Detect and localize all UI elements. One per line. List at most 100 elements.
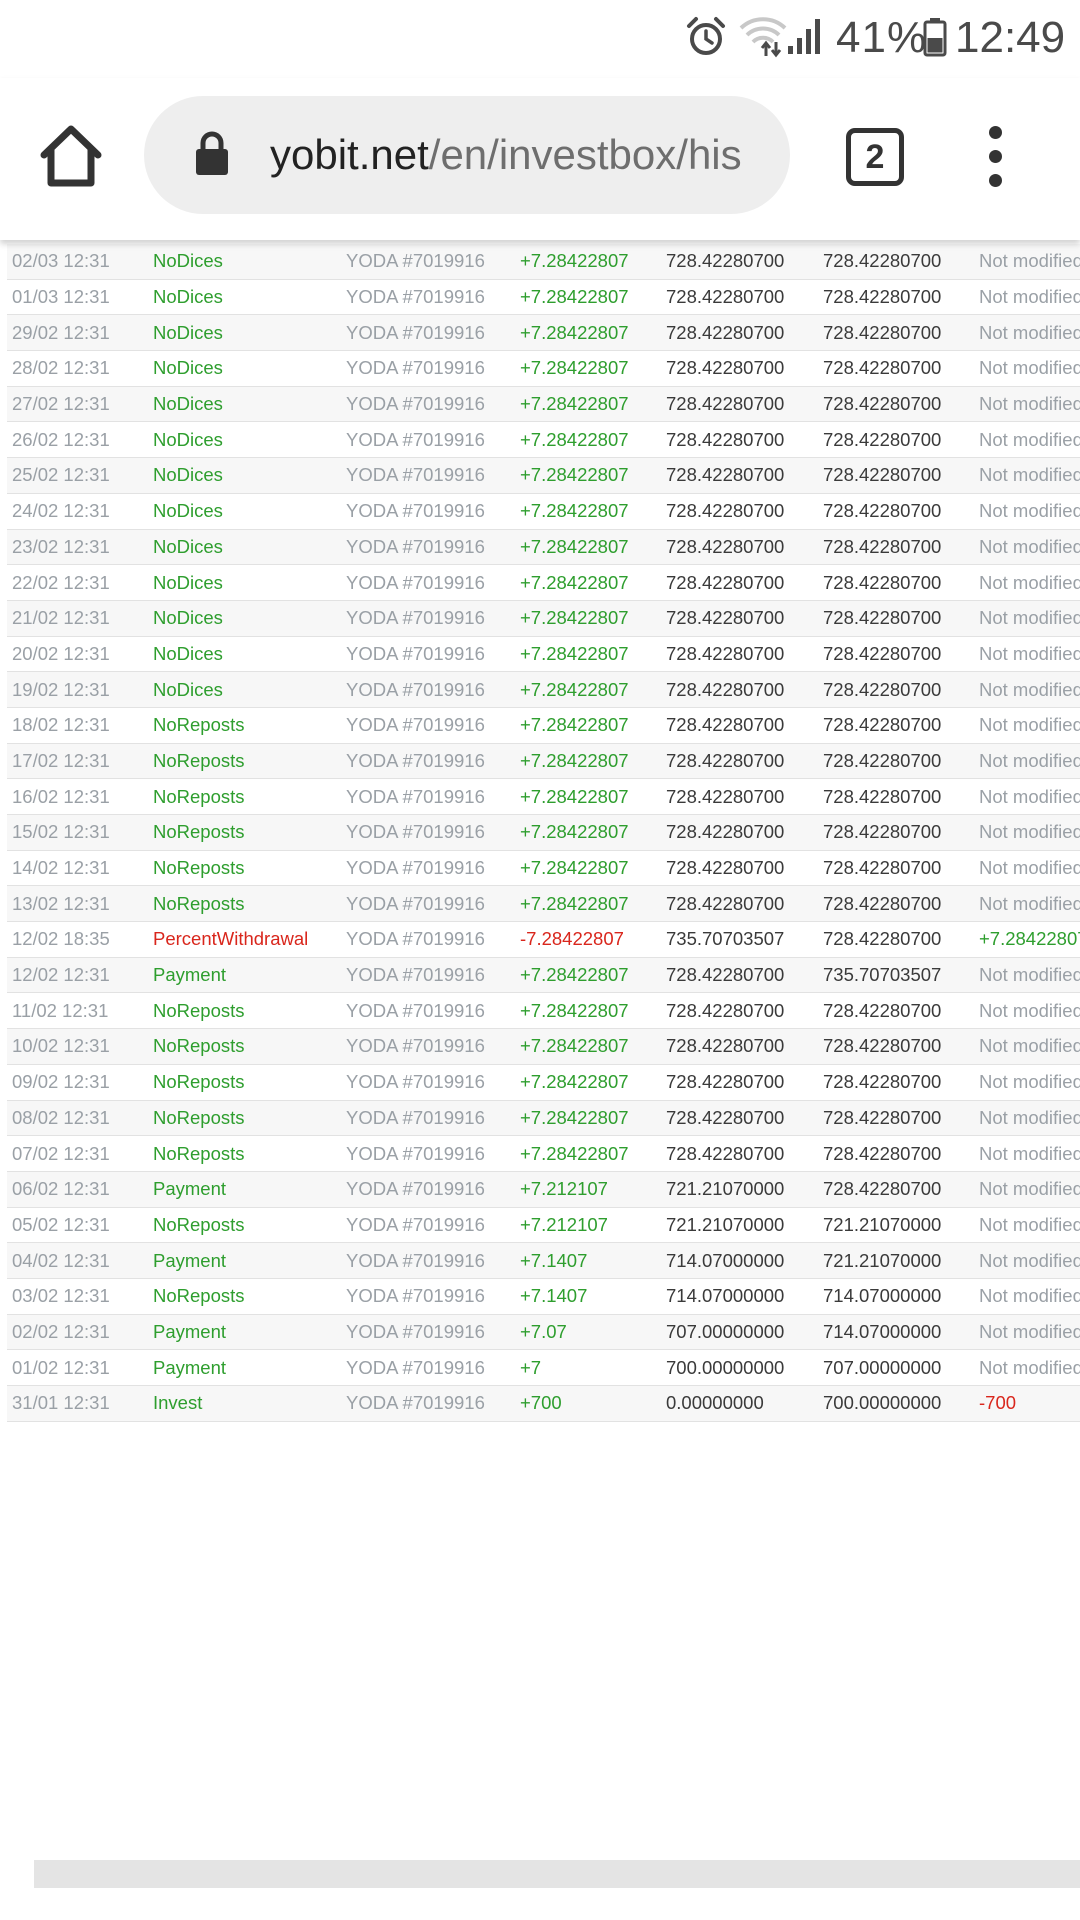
- table-row: 05/02 12:31 NoReposts YODA #7019916 +7.2121…: [7, 1207, 1080, 1244]
- investbox-cell: YODA #7019916: [346, 743, 520, 780]
- date-cell: 08/02 12:31: [7, 1100, 153, 1137]
- investbox-cell: YODA #7019916: [346, 1349, 520, 1386]
- home-icon[interactable]: [38, 123, 104, 189]
- investbox-cell: YODA #7019916: [346, 1100, 520, 1137]
- note-cell: Not modified: [979, 279, 1080, 316]
- balance-before-cell: 728.42280700: [666, 707, 823, 744]
- balance-before-cell: 728.42280700: [666, 671, 823, 708]
- balance-before-cell: 728.42280700: [666, 600, 823, 637]
- date-cell: 07/02 12:31: [7, 1135, 153, 1172]
- date-cell: 19/02 12:31: [7, 671, 153, 708]
- balance-after-cell: 728.42280700: [823, 921, 979, 958]
- balance-before-cell: 728.42280700: [666, 244, 823, 280]
- table-row: 26/02 12:31 NoDices YODA #7019916 +7.284228…: [7, 421, 1080, 459]
- note-cell: Not modified: [979, 1278, 1080, 1315]
- investbox-cell: YODA #7019916: [346, 1314, 520, 1351]
- amount-cell: +7.28422807: [520, 992, 666, 1030]
- table-row: 25/02 12:31 NoDices YODA #7019916 +7.284228…: [7, 457, 1080, 494]
- date-cell: 06/02 12:31: [7, 1171, 153, 1208]
- table-row: 01/03 12:31 NoDices YODA #7019916 +7.284228…: [7, 279, 1080, 316]
- amount-cell: +7.1407: [520, 1278, 666, 1315]
- type-cell: Invest: [153, 1385, 346, 1422]
- date-cell: 12/02 12:31: [7, 957, 153, 994]
- type-cell: Payment: [153, 957, 346, 994]
- investbox-cell: YODA #7019916: [346, 457, 520, 494]
- more-menu-icon[interactable]: [976, 122, 1016, 192]
- tab-count: 2: [865, 138, 885, 176]
- balance-after-cell: 728.42280700: [823, 600, 979, 637]
- type-cell: NoDices: [153, 279, 346, 316]
- investbox-cell: YODA #7019916: [346, 244, 520, 280]
- type-cell: NoDices: [153, 600, 346, 637]
- history-rows: 02/03 12:31 NoDices YODA #7019916 +7.284228…: [7, 244, 1080, 1422]
- balance-before-cell: 721.21070000: [666, 1171, 823, 1208]
- note-cell: Not modified: [979, 636, 1080, 673]
- type-cell: NoReposts: [153, 1064, 346, 1101]
- balance-before-cell: 714.07000000: [666, 1242, 823, 1279]
- balance-before-cell: 735.70703507: [666, 921, 823, 958]
- balance-before-cell: 728.42280700: [666, 1064, 823, 1101]
- table-row: 20/02 12:31 NoDices YODA #7019916 +7.284228…: [7, 636, 1080, 673]
- balance-before-cell: 728.42280700: [666, 1135, 823, 1172]
- address-bar[interactable]: yobit.net/en/investbox/his: [144, 96, 790, 214]
- balance-after-cell: 728.42280700: [823, 707, 979, 744]
- investbox-cell: YODA #7019916: [346, 1064, 520, 1101]
- amount-cell: +7.28422807: [520, 743, 666, 780]
- note-cell: Not modified: [979, 564, 1080, 601]
- type-cell: NoReposts: [153, 1207, 346, 1244]
- investbox-cell: YODA #7019916: [346, 921, 520, 958]
- tabs-button[interactable]: 2: [846, 128, 904, 186]
- balance-after-cell: 728.42280700: [823, 1135, 979, 1172]
- note-cell: +7.28422807: [979, 921, 1080, 958]
- type-cell: NoDices: [153, 493, 346, 530]
- date-cell: 01/03 12:31: [7, 279, 153, 316]
- amount-cell: +7.28422807: [520, 421, 666, 459]
- balance-after-cell: 728.42280700: [823, 1028, 979, 1065]
- amount-cell: +7.28422807: [520, 564, 666, 601]
- horizontal-scrollbar[interactable]: [34, 1860, 1080, 1888]
- table-row: 12/02 18:35 PercentWithdrawal YODA #701991…: [7, 921, 1080, 958]
- date-cell: 04/02 12:31: [7, 1242, 153, 1279]
- balance-before-cell: 728.42280700: [666, 992, 823, 1030]
- investbox-cell: YODA #7019916: [346, 1207, 520, 1244]
- investbox-cell: YODA #7019916: [346, 1135, 520, 1172]
- balance-after-cell: 721.21070000: [823, 1242, 979, 1279]
- balance-after-cell: 728.42280700: [823, 850, 979, 887]
- note-cell: Not modified: [979, 244, 1080, 280]
- table-row: 29/02 12:31 NoDices YODA #7019916 +7.284228…: [7, 314, 1080, 352]
- note-cell: Not modified: [979, 1028, 1080, 1065]
- table-row: 19/02 12:31 NoDices YODA #7019916 +7.284228…: [7, 671, 1080, 708]
- url-path: /en/investbox/his: [428, 131, 742, 178]
- investbox-cell: YODA #7019916: [346, 1278, 520, 1315]
- balance-before-cell: 728.42280700: [666, 850, 823, 887]
- investbox-cell: YODA #7019916: [346, 279, 520, 316]
- investbox-cell: YODA #7019916: [346, 992, 520, 1030]
- amount-cell: +7.28422807: [520, 778, 666, 815]
- type-cell: NoDices: [153, 457, 346, 494]
- amount-cell: +7.28422807: [520, 279, 666, 316]
- url-domain: yobit.net: [270, 131, 429, 178]
- balance-after-cell: 714.07000000: [823, 1314, 979, 1351]
- type-cell: NoDices: [153, 244, 346, 280]
- amount-cell: +7.28422807: [520, 244, 666, 280]
- url-text[interactable]: yobit.net/en/investbox/his: [270, 96, 780, 214]
- balance-after-cell: 707.00000000: [823, 1349, 979, 1386]
- date-cell: 18/02 12:31: [7, 707, 153, 744]
- balance-after-cell: 735.70703507: [823, 957, 979, 994]
- amount-cell: +7.28422807: [520, 636, 666, 673]
- balance-after-cell: 728.42280700: [823, 244, 979, 280]
- balance-after-cell: 728.42280700: [823, 457, 979, 494]
- table-row: 03/02 12:31 NoReposts YODA #7019916 +7.1407…: [7, 1278, 1080, 1315]
- balance-before-cell: 728.42280700: [666, 421, 823, 459]
- date-cell: 10/02 12:31: [7, 1028, 153, 1065]
- note-cell: Not modified: [979, 814, 1080, 851]
- amount-cell: +7.28422807: [520, 885, 666, 923]
- type-cell: NoReposts: [153, 743, 346, 780]
- balance-after-cell: 728.42280700: [823, 279, 979, 316]
- amount-cell: +7.28422807: [520, 1064, 666, 1101]
- investbox-cell: YODA #7019916: [346, 529, 520, 566]
- amount-cell: +7.28422807: [520, 814, 666, 851]
- table-row: 31/01 12:31 Invest YODA #7019916 +700 0.0000…: [7, 1385, 1080, 1422]
- investbox-history: 02/03 12:31 NoDices YODA #7019916 +7.284228…: [7, 244, 1080, 1422]
- date-cell: 24/02 12:31: [7, 493, 153, 530]
